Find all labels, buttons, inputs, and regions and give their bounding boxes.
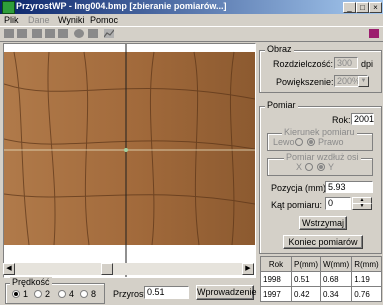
speed-radio-1[interactable] [12,290,20,298]
menu-pomoc[interactable]: Pomoc [90,15,118,25]
table-cell: 0.68 [319,271,353,287]
resolution-label: Rozdzielczość: [273,59,334,69]
direction-right-label: Prawo [318,137,344,147]
direction-left-label: Lewo [273,137,295,147]
angle-down-icon[interactable]: ▼ [352,203,372,210]
year-field[interactable]: 2001 [351,113,374,125]
pause-button[interactable]: Wstrzymaj [299,216,347,230]
paste-icon[interactable] [45,29,55,38]
copy-icon[interactable] [32,29,42,38]
speed-label-2: 2 [45,289,51,299]
speed-title: Prędkość [10,277,52,287]
maximize-icon[interactable]: □ [356,2,369,13]
speed-radio-2[interactable] [34,290,42,298]
print-icon[interactable] [58,29,68,38]
open-icon[interactable] [4,29,14,38]
menu-wyniki[interactable]: Wyniki [58,15,84,25]
scroll-left-icon[interactable]: ◀ [3,263,15,275]
table-cell: 1997 [260,286,292,302]
image-view[interactable] [3,43,256,278]
chart-icon[interactable] [103,29,115,38]
speed-radio-4[interactable] [58,290,66,298]
book-icon[interactable] [369,29,379,38]
settings-icon[interactable] [74,29,84,38]
minimize-icon[interactable]: _ [343,2,356,13]
table-cell: 1.19 [351,271,382,287]
axis-title: Pomiar wzdłuż osi [284,152,361,162]
table-cell: 0.34 [319,286,353,302]
menu-dane[interactable]: Dane [28,15,50,25]
axis-y-radio[interactable] [317,163,325,171]
close-icon[interactable]: × [369,2,382,13]
przyrost-label: Przyrost [113,289,147,299]
axis-y-label: Y [328,162,335,172]
resolution-unit: dpi [361,59,374,69]
table-cell: 0.76 [351,286,382,302]
angle-label: Kąt pomiaru: [271,200,323,210]
col-header-rok: Rok [260,256,292,272]
horizontal-scrollbar[interactable]: ◀ ▶ [3,263,254,275]
table-cell: 1998 [260,271,292,287]
chevron-down-icon[interactable]: ▼ [358,76,369,87]
resolution-field[interactable]: 300 [334,57,358,69]
app-icon [2,1,15,14]
table-icon[interactable] [88,29,98,38]
position-field[interactable]: 5.93 [325,181,373,193]
obraz-title: Obraz [265,44,294,54]
col-header-w: W(mm) [319,256,353,272]
speed-radio-8[interactable] [80,290,88,298]
table-header-row: Rok P(mm) W(mm) R(mm) [260,256,382,272]
end-measurements-button[interactable]: Koniec pomiarów [283,235,363,249]
speed-label-8: 8 [91,289,97,299]
angle-field[interactable]: 0 [325,197,351,210]
direction-title: Kierunek pomiaru [282,127,357,137]
axis-x-radio[interactable] [305,163,313,171]
toolbar [0,26,383,42]
window-title: PrzyrostWP - Img004.bmp [zbieranie pomia… [16,1,227,11]
year-label: Rok: [332,115,351,125]
position-label: Pozycja (mm): [271,183,329,193]
scroll-thumb[interactable] [101,263,113,275]
table-cell: 0.42 [291,286,321,302]
zoom-label: Powiększenie: [276,77,334,87]
col-header-p: P(mm) [291,256,321,272]
table-row[interactable]: 1997 0.42 0.34 0.76 [260,286,382,302]
menu-plik[interactable]: Plik [4,15,19,25]
direction-right-radio[interactable] [307,138,315,146]
save-icon[interactable] [17,29,27,38]
results-table: Rok P(mm) W(mm) R(mm) 1998 0.51 0.68 1.1… [260,256,382,302]
direction-left-radio[interactable] [295,138,303,146]
speed-label-4: 4 [69,289,75,299]
przyrost-field[interactable]: 0.51 [144,286,189,299]
col-header-r: R(mm) [351,256,382,272]
wood-image[interactable] [4,44,255,277]
menu-bar: Plik Dane Wyniki Pomoc [0,14,383,26]
axis-x-label: X [296,162,303,172]
speed-label-1: 1 [23,289,29,299]
table-cell: 0.51 [291,271,321,287]
scroll-right-icon[interactable]: ▶ [242,263,254,275]
pomiar-title: Pomiar [265,100,298,110]
table-row[interactable]: 1998 0.51 0.68 1.19 [260,271,382,287]
enter-button[interactable]: Wprowadzenie [196,285,257,300]
